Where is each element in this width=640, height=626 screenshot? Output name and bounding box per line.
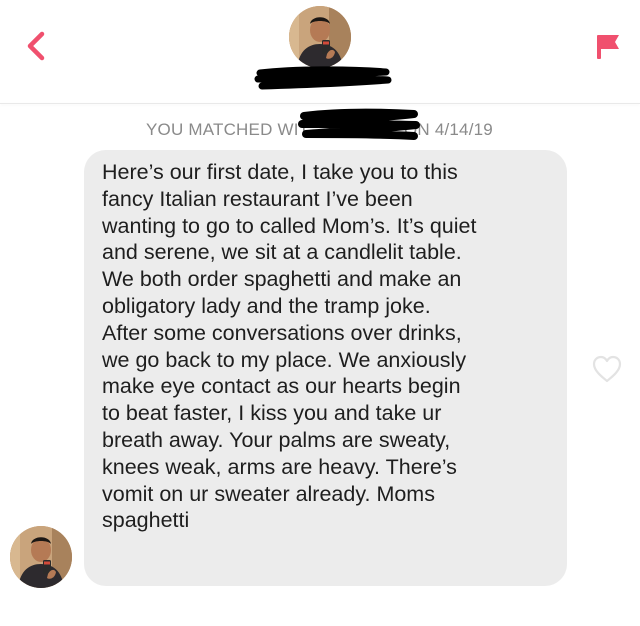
message-line: we go back to my place. We anxiously	[102, 347, 467, 372]
flag-icon	[597, 35, 619, 59]
message-line: After some conversations over drinks,	[102, 320, 462, 345]
redacted-name-scribble	[254, 66, 392, 90]
report-flag-button[interactable]	[588, 26, 628, 66]
like-message-button[interactable]	[590, 353, 624, 385]
profile-photo-image	[10, 526, 72, 588]
message-line: and serene, we sit at a candlelit table.	[102, 240, 462, 265]
message-line: to beat faster, I kiss you and take ur	[102, 401, 442, 426]
message-line: We both order spaghetti and make an	[102, 267, 462, 292]
header-divider	[0, 103, 640, 104]
message-text: Here’s our first date, I take you to thi…	[102, 159, 557, 534]
match-avatar[interactable]	[289, 6, 351, 68]
message-line: fancy Italian restaurant I’ve been	[102, 186, 413, 211]
message-line: spaghetti	[102, 508, 190, 533]
match-info-prefix: YOU MATCHED WIT	[146, 120, 310, 139]
heart-outline-icon	[592, 355, 622, 383]
match-info: YOU MATCHED WIT ON 4/14/19	[0, 108, 640, 142]
profile-photo-image	[289, 6, 351, 68]
message-line: Here’s our first date, I take you to thi…	[102, 160, 458, 184]
chat-header	[0, 0, 640, 104]
sender-avatar[interactable]	[10, 526, 72, 588]
message-line: knees weak, arms are heavy. There’s	[102, 454, 457, 479]
message-line: breath away. Your palms are sweaty,	[102, 427, 451, 452]
message-line: vomit on ur sweater already. Moms	[102, 481, 435, 506]
back-button[interactable]	[16, 26, 56, 66]
redacted-match-name-scribble	[296, 106, 422, 146]
chevron-left-icon	[27, 31, 45, 61]
message-line: make eye contact as our hearts begin	[102, 374, 461, 399]
message-line: obligatory lady and the tramp joke.	[102, 293, 431, 318]
message-line: wanting to go to called Mom’s. It’s quie…	[102, 213, 477, 238]
